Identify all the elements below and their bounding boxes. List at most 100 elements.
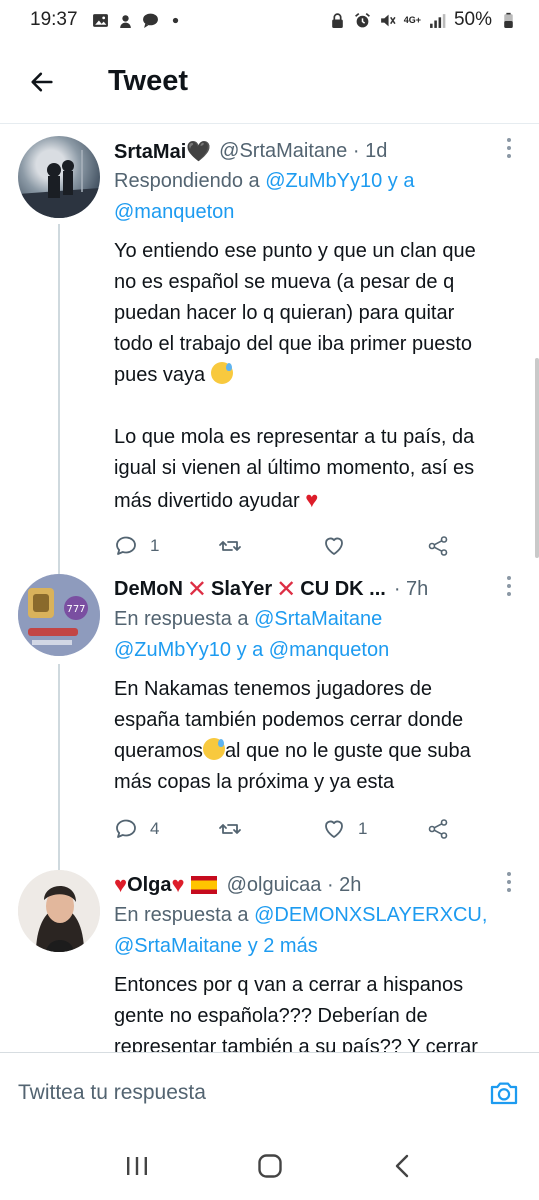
reply-users-link[interactable]: @DEMONXSLAYERXCU,	[254, 904, 487, 926]
reply-prefix: En respuesta a	[114, 904, 255, 926]
recents-icon	[126, 1157, 147, 1175]
retweet-button[interactable]	[218, 817, 322, 841]
reply-input[interactable]: Twittea tu respuesta	[18, 1081, 206, 1105]
more-options-icon[interactable]	[507, 576, 513, 600]
share-button[interactable]	[426, 534, 450, 558]
dot-icon	[167, 12, 184, 29]
sweat-smile-emoji-icon	[210, 362, 233, 384]
reply-button[interactable]: 1	[114, 534, 218, 558]
spain-flag-icon	[190, 876, 217, 894]
top-bar: Tweet	[0, 40, 539, 124]
display-name[interactable]: Olga	[127, 874, 171, 897]
text-line: queramos	[114, 740, 203, 762]
reply-composer[interactable]: Twittea tu respuesta	[0, 1052, 539, 1132]
reply-users-link-2[interactable]: @ZuMbYy10 y a @manqueton	[114, 639, 389, 661]
signal-icon	[429, 12, 446, 29]
retweet-icon	[219, 824, 241, 834]
scrollbar[interactable]	[535, 358, 539, 558]
svg-text:777: 777	[66, 604, 85, 615]
like-button[interactable]: 1	[322, 817, 426, 841]
share-icon	[428, 536, 448, 556]
reply-button[interactable]: 4	[114, 817, 218, 841]
handle-time: @olguicaa · 2h	[226, 873, 362, 896]
text-line: representar también a su país?? Y cerrar	[114, 1036, 478, 1052]
tweet-demon[interactable]: 777 DeMoN ✕ SlaYer ✕ CU DK ... · 7h En r…	[0, 574, 539, 870]
like-count: 1	[358, 819, 368, 838]
tweet-actions: 4 1	[114, 814, 511, 844]
text-line: españa también podemos cerrar donde	[114, 709, 464, 731]
system-nav-bar	[0, 1132, 539, 1200]
tweet-olga[interactable]: ♥ Olga ♥ @olguicaa · 2h En respuesta a @…	[0, 870, 539, 1052]
reply-context: Respondiendo a @ZuMbYy10 y a @manqueton	[114, 166, 511, 228]
more-options-icon[interactable]	[507, 872, 513, 896]
text-line: todo el trabajo del que iba primer puest…	[114, 333, 473, 355]
reply-icon	[116, 536, 136, 555]
avatar[interactable]: 777	[18, 574, 100, 656]
share-button[interactable]	[426, 817, 450, 841]
display-name-part[interactable]: CU DK ...	[300, 578, 386, 601]
alarm-icon	[354, 12, 371, 29]
display-name-part[interactable]: DeMoN	[114, 578, 183, 601]
cross-mark-emoji-icon: ✕	[276, 575, 297, 603]
back-nav-button[interactable]	[383, 1146, 423, 1186]
text-line: no es español se mueva (a pesar de q	[114, 271, 455, 293]
reply-count: 1	[150, 536, 160, 555]
home-icon	[257, 1154, 282, 1178]
reply-icon	[116, 819, 136, 838]
sweat-smile-emoji-icon	[202, 738, 225, 760]
red-heart-emoji-icon: ♥	[171, 872, 185, 897]
reply-count: 4	[150, 819, 160, 838]
camera-icon	[490, 1082, 518, 1104]
text-line: igual si vienen al último momento, así e…	[114, 457, 475, 479]
arrow-left-icon	[31, 72, 53, 91]
text-line: más copas la próxima y ya esta	[114, 771, 395, 793]
camera-button[interactable]	[487, 1076, 521, 1110]
text-line: pues vaya	[114, 364, 206, 386]
text-line: gente no española??? Deberían de	[114, 1005, 428, 1027]
share-icon	[428, 819, 448, 839]
avatar[interactable]	[18, 870, 100, 952]
notification-app-icon	[117, 12, 134, 29]
battery-icon	[500, 12, 517, 29]
retweet-button[interactable]	[218, 534, 322, 558]
tweet-body: Entonces por q van a cerrar a hispanos g…	[114, 970, 511, 1052]
text-line: puedan hacer lo q quieran) para quitar	[114, 302, 455, 324]
handle-time: @SrtaMaitane · 1d	[219, 139, 388, 162]
text-line: En Nakamas tenemos jugadores de	[114, 678, 432, 700]
status-time: 19:37	[30, 9, 78, 30]
display-name[interactable]: SrtaMai🖤	[114, 139, 211, 164]
reply-context: En respuesta a @DEMONXSLAYERXCU, @SrtaMa…	[114, 900, 511, 962]
like-button[interactable]	[322, 534, 426, 558]
tweet-body: En Nakamas tenemos jugadores de españa t…	[114, 674, 511, 798]
reply-users-link-2[interactable]: @manqueton	[114, 201, 234, 223]
more-options-icon[interactable]	[507, 138, 513, 162]
reply-prefix: En respuesta a	[114, 608, 255, 630]
reply-users-link[interactable]: @ZuMbYy10 y a	[265, 170, 414, 192]
text-line: Yo entiendo ese punto y que un clan que	[114, 240, 476, 262]
reply-context: En respuesta a @SrtaMaitane @ZuMbYy10 y …	[114, 604, 511, 666]
red-heart-emoji-icon: ♥	[305, 487, 319, 512]
thread-line	[58, 224, 60, 574]
mute-icon	[379, 12, 396, 29]
chevron-left-icon	[395, 1154, 408, 1178]
red-heart-emoji-icon: ♥	[114, 872, 128, 897]
battery-level: 50%	[453, 9, 492, 30]
gallery-icon	[92, 12, 109, 29]
back-button[interactable]	[22, 62, 62, 102]
recents-button[interactable]	[117, 1146, 157, 1186]
reply-users-link[interactable]: @SrtaMaitane	[254, 608, 382, 630]
text-line: Lo que mola es representar a tu país, da	[114, 426, 475, 448]
avatar[interactable]	[18, 136, 100, 218]
display-name-part[interactable]: SlaYer	[211, 578, 272, 601]
heart-icon	[325, 820, 343, 838]
tweet-srtamai[interactable]: SrtaMai🖤 @SrtaMaitane · 1d Respondiendo …	[0, 124, 539, 574]
text-line: al que no le guste que suba	[224, 740, 471, 762]
text-line: Entonces por q van a cerrar a hispanos	[114, 974, 464, 996]
reply-users-link-2[interactable]: @SrtaMaitane y 2 más	[114, 935, 318, 957]
heart-icon	[325, 537, 343, 555]
tweet-body: Yo entiendo ese punto y que un clan que …	[114, 236, 511, 517]
tweet-actions: 1	[114, 531, 511, 561]
tweet-feed[interactable]: SrtaMai🖤 @SrtaMaitane · 1d Respondiendo …	[0, 124, 539, 1052]
home-button[interactable]	[250, 1146, 290, 1186]
lock-icon	[329, 12, 346, 29]
